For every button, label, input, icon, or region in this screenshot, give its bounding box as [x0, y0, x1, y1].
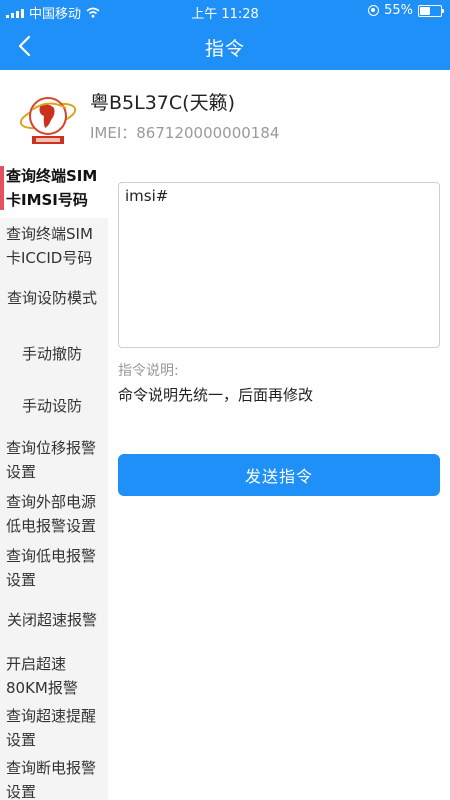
page-title: 指令	[204, 38, 245, 60]
sidebar-item-query-overspeed-reminder[interactable]: 查询超速提醒设置	[0, 700, 108, 752]
sidebar-item-label: 关闭超速报警	[6, 611, 97, 629]
sidebar-item-query-iccid[interactable]: 查询终端SIM卡ICCID号码	[0, 218, 108, 272]
sidebar-item-disable-overspeed[interactable]: 关闭超速报警	[0, 594, 108, 646]
command-panel: 指令说明: 命令说明先统一，后面再修改 发送指令	[108, 160, 450, 800]
sidebar-item-query-imsi[interactable]: 查询终端SIM卡IMSI号码	[0, 160, 108, 218]
sidebar-item-enable-overspeed-80[interactable]: 开启超速80KM报警	[0, 646, 108, 700]
sidebar-item-query-low-battery-alarm[interactable]: 查询低电报警设置	[0, 540, 108, 594]
sidebar-item-manual-arm[interactable]: 手动设防	[0, 378, 108, 432]
sidebar-item-label: 查询断电报警设置	[6, 759, 97, 800]
vehicle-header: 粤B5L37C(天籁) IMEI：867120000000184	[0, 70, 450, 161]
sidebar-item-query-defense-mode[interactable]: 查询设防模式	[0, 272, 108, 324]
battery-percent: 55%	[384, 3, 413, 18]
sidebar-item-label: 查询位移报警设置	[6, 439, 97, 481]
sidebar-item-label: 手动设防	[21, 397, 82, 415]
sidebar-item-label: 查询终端SIM卡IMSI号码	[6, 167, 98, 209]
description-text: 命令说明先统一，后面再修改	[118, 386, 314, 404]
sidebar-item-label: 查询超速提醒设置	[6, 707, 97, 749]
sidebar-item-query-ext-power-alarm[interactable]: 查询外部电源低电报警设置	[0, 486, 108, 540]
vehicle-name: 粤B5L37C(天籁)	[90, 92, 235, 114]
rotation-lock-icon	[368, 5, 380, 16]
top-bar: 中国移动 上午 11:28 55% 指令	[0, 0, 450, 70]
company-logo-icon	[19, 97, 77, 144]
sidebar-item-label: 手动撤防	[21, 345, 82, 363]
sidebar-item-label: 查询设防模式	[6, 289, 97, 307]
sidebar-item-query-displacement-alarm[interactable]: 查询位移报警设置	[0, 432, 108, 486]
command-sidebar: 查询终端SIM卡IMSI号码 查询终端SIM卡ICCID号码 查询设防模式 手动…	[0, 160, 108, 800]
vehicle-imei: IMEI：867120000000184	[90, 124, 280, 142]
description-label: 指令说明:	[118, 363, 179, 379]
battery-icon	[418, 4, 444, 17]
sidebar-item-label: 查询终端SIM卡ICCID号码	[6, 225, 93, 267]
sidebar-item-label: 开启超速80KM报警	[6, 655, 78, 697]
command-input[interactable]	[118, 182, 440, 348]
sidebar-item-label: 查询低电报警设置	[6, 547, 97, 589]
nav-bar: 指令	[0, 22, 450, 70]
sidebar-item-manual-disarm[interactable]: 手动撤防	[0, 324, 108, 378]
sidebar-item-label: 查询外部电源低电报警设置	[6, 493, 97, 535]
status-bar: 中国移动 上午 11:28 55%	[0, 0, 450, 22]
send-command-button[interactable]: 发送指令	[118, 454, 440, 496]
sidebar-item-query-power-cut-alarm[interactable]: 查询断电报警设置	[0, 752, 108, 800]
